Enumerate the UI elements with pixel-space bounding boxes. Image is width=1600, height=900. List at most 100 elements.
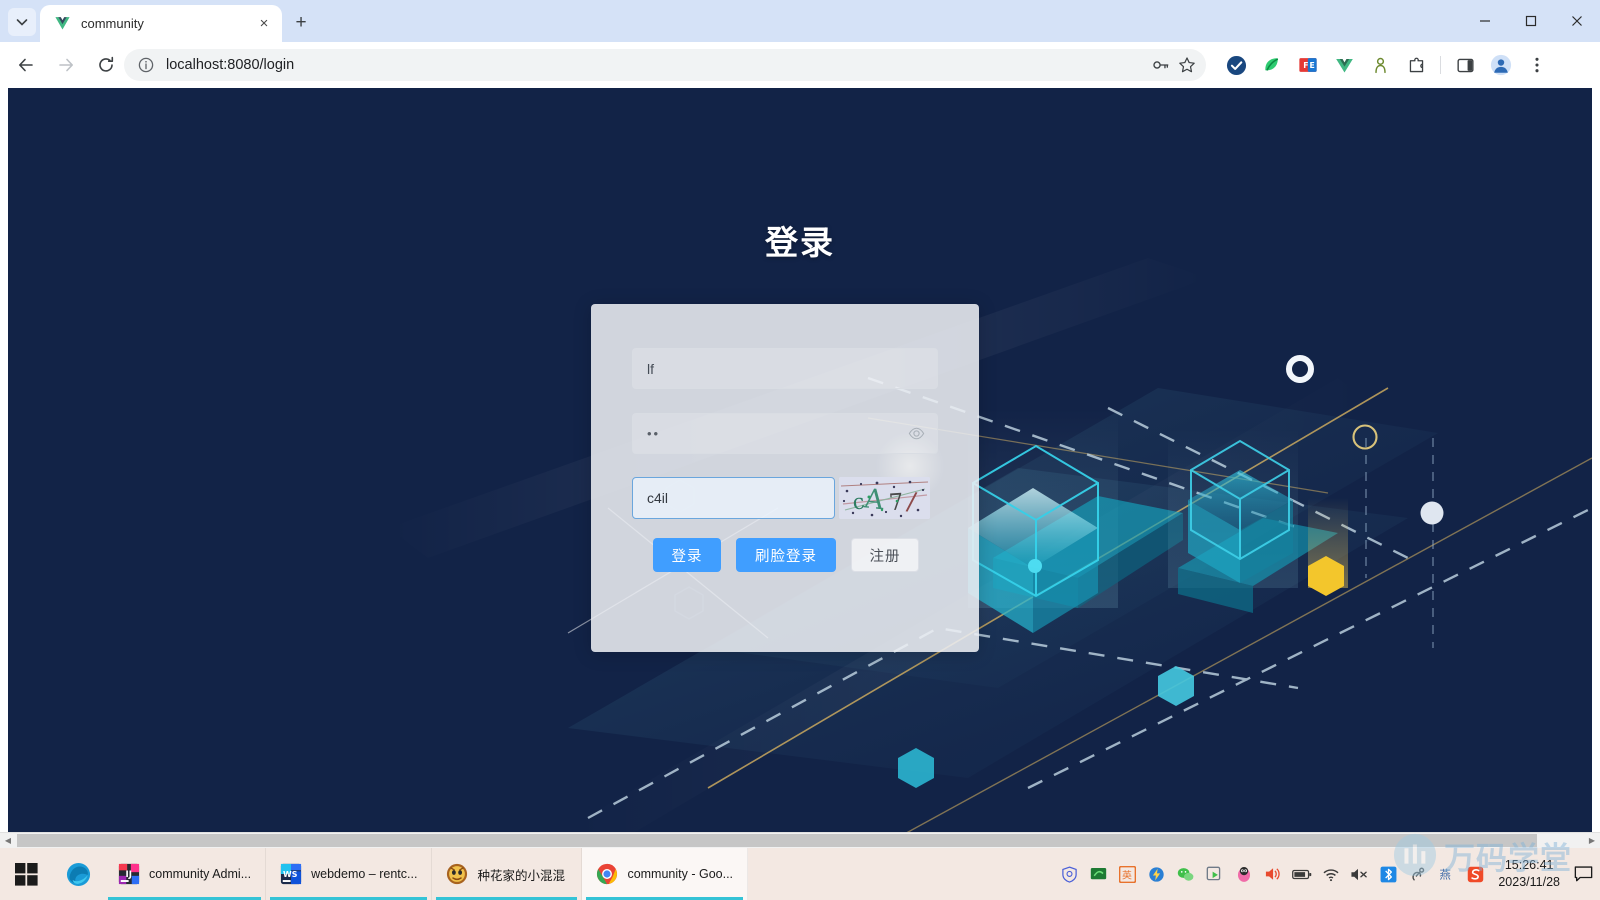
- page-title: 登录: [765, 224, 835, 261]
- captcha-image[interactable]: c A 7 /: [839, 477, 930, 519]
- ime-pen-icon[interactable]: 燕: [1434, 862, 1459, 887]
- vue-logo-icon: [55, 17, 70, 30]
- notification-icon: [1574, 866, 1592, 882]
- browser-viewport: 登录 lf •• c4il c A 7 / 登录 刷脸登录 注册 ◀ ▶: [0, 88, 1600, 848]
- svg-text:7: 7: [888, 489, 904, 516]
- extensions-puzzle-button[interactable]: [1398, 49, 1434, 81]
- login-button[interactable]: 登录: [653, 538, 721, 572]
- green-monitor-icon[interactable]: [1086, 862, 1111, 887]
- notification-center-button[interactable]: [1570, 861, 1596, 887]
- window-controls: [1462, 0, 1600, 42]
- svg-text:IJ: IJ: [126, 870, 132, 880]
- ime-english-icon[interactable]: 英: [1115, 862, 1140, 887]
- screen-root: community × + localhost:8080/login F E 登…: [0, 0, 1600, 900]
- extension-ublock-shield[interactable]: [1218, 49, 1254, 81]
- side-panel-button[interactable]: [1447, 49, 1483, 81]
- new-tab-button[interactable]: +: [287, 8, 315, 36]
- window-minimize-button[interactable]: [1462, 0, 1508, 42]
- captcha-input[interactable]: c4il: [632, 477, 835, 519]
- start-button[interactable]: [0, 848, 52, 900]
- address-bar[interactable]: localhost:8080/login: [124, 49, 1206, 81]
- svg-text:F: F: [1303, 61, 1308, 70]
- taskbar-item-webstorm[interactable]: WS webdemo – rentc...: [266, 848, 433, 900]
- taskbar-item-intellij[interactable]: IJ community Admi...: [104, 848, 267, 900]
- battery-icon[interactable]: [1289, 862, 1314, 887]
- extension-vue-devtools[interactable]: [1326, 49, 1362, 81]
- screenshot-icon[interactable]: [1202, 862, 1227, 887]
- key-icon: [1153, 61, 1169, 69]
- screenshot-glyph-icon: [1207, 866, 1221, 880]
- site-info-button[interactable]: [134, 53, 158, 77]
- extension-keeper-person[interactable]: [1362, 49, 1398, 81]
- game-app-icon: [447, 863, 468, 885]
- forward-button[interactable]: [49, 48, 83, 82]
- horizontal-scrollbar[interactable]: ◀ ▶: [0, 832, 1600, 848]
- volume-speaker-icon[interactable]: [1260, 862, 1285, 887]
- speaker-glyph-icon: [1266, 868, 1281, 880]
- taskbar-clock[interactable]: 15:26:41 2023/11/28: [1498, 857, 1560, 891]
- windows-start-icon: [14, 862, 38, 886]
- extension-green-swirl[interactable]: [1254, 49, 1290, 81]
- browser-toolbar: localhost:8080/login F E: [0, 42, 1600, 88]
- tab-search-button[interactable]: [8, 8, 36, 36]
- ublock-shield-icon: [1226, 55, 1246, 75]
- info-circle-icon: [138, 57, 154, 73]
- login-button-row: 登录 刷脸登录 注册: [653, 538, 919, 572]
- browser-tab-strip: community × +: [0, 0, 1600, 42]
- reload-button[interactable]: [89, 48, 123, 82]
- reload-icon: [99, 56, 114, 72]
- wifi-glyph-icon: [1323, 868, 1339, 881]
- username-value: lf: [647, 360, 654, 377]
- sogou-input-icon[interactable]: [1463, 862, 1488, 887]
- chrome-icon: [597, 863, 618, 885]
- scroll-left-arrow-icon[interactable]: ◀: [0, 833, 16, 848]
- url-text: localhost:8080/login: [166, 57, 295, 73]
- browser-tab[interactable]: community ×: [40, 5, 282, 42]
- tab-title: community: [81, 16, 144, 31]
- eye-icon[interactable]: [907, 425, 925, 443]
- profile-button[interactable]: [1483, 49, 1519, 81]
- window-close-button[interactable]: [1554, 0, 1600, 42]
- intellij-idea-icon: IJ: [118, 863, 140, 885]
- register-button[interactable]: 注册: [851, 538, 919, 572]
- face-login-button[interactable]: 刷脸登录: [736, 538, 836, 572]
- puzzle-piece-icon: [1409, 57, 1423, 72]
- captcha-row: c4il c A 7 /: [632, 477, 938, 519]
- back-button[interactable]: [9, 48, 43, 82]
- bookmark-button[interactable]: [1174, 52, 1200, 78]
- taskbar-edge-button[interactable]: [52, 848, 104, 900]
- fe-helper-icon: F E: [1299, 58, 1317, 72]
- battery-glyph-icon: [1291, 869, 1312, 879]
- penguin-glyph-icon: [1237, 866, 1250, 882]
- taskbar-item-chrome[interactable]: community - Goo...: [582, 848, 749, 900]
- security-shield-icon[interactable]: [1057, 862, 1082, 887]
- shield-glyph-icon: [1062, 865, 1078, 883]
- back-arrow-icon: [19, 58, 33, 72]
- chrome-menu-button[interactable]: [1519, 49, 1555, 81]
- captcha-value-wrapper: c4il: [647, 490, 668, 506]
- thunder-glyph-icon: [1149, 866, 1165, 882]
- svg-text:WS: WS: [283, 870, 298, 879]
- wifi-icon[interactable]: [1318, 862, 1343, 887]
- wechat-icon[interactable]: [1173, 862, 1198, 887]
- tab-close-button[interactable]: ×: [254, 14, 274, 34]
- usb-device-icon[interactable]: [1405, 862, 1430, 887]
- monitor-glyph-icon: [1091, 867, 1107, 879]
- bluetooth-icon[interactable]: [1376, 862, 1401, 887]
- scroll-right-arrow-icon[interactable]: ▶: [1584, 833, 1600, 848]
- taskbar-item-label: webdemo – rentc...: [311, 867, 418, 881]
- toolbar-divider: [1440, 56, 1441, 74]
- qq-penguin-icon[interactable]: [1231, 862, 1256, 887]
- extension-fe-helper[interactable]: F E: [1290, 49, 1326, 81]
- taskbar-item-game[interactable]: 种花家的小混混: [432, 848, 583, 900]
- captcha-image-glyph: c A 7 /: [839, 477, 930, 519]
- password-field[interactable]: ••: [632, 413, 938, 454]
- speaker-muted-icon[interactable]: [1347, 862, 1372, 887]
- bluetooth-glyph-icon: [1380, 866, 1397, 882]
- password-manager-button[interactable]: [1148, 52, 1174, 78]
- scrollbar-thumb[interactable]: [17, 834, 1537, 847]
- username-field[interactable]: lf: [632, 348, 938, 389]
- window-maximize-button[interactable]: [1508, 0, 1554, 42]
- chevron-down-icon: [16, 19, 28, 26]
- thunder-download-icon[interactable]: [1144, 862, 1169, 887]
